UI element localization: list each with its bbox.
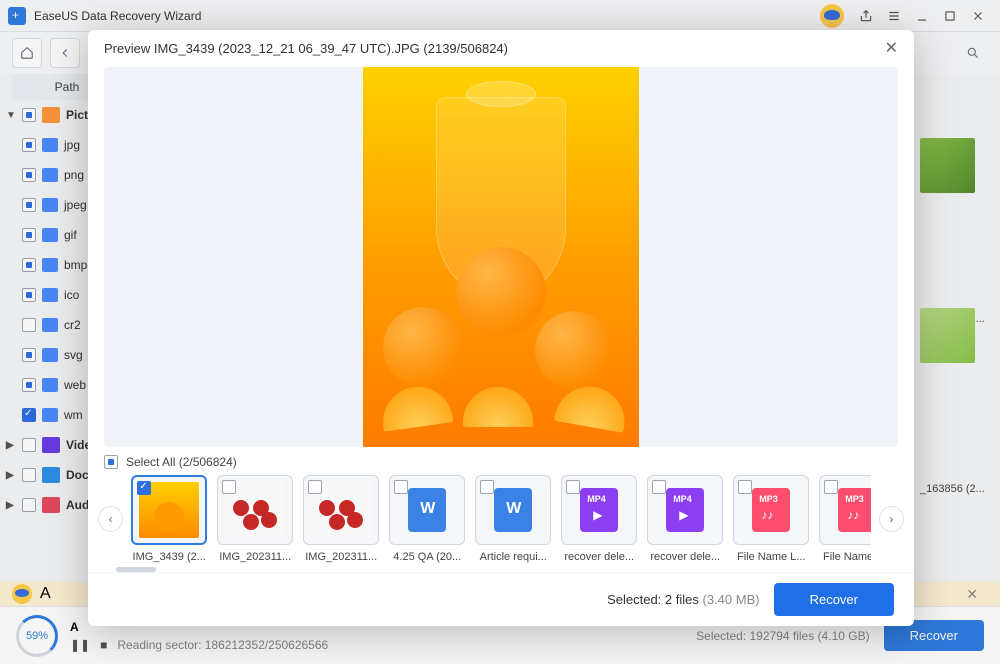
thumb-checkbox[interactable] [222,480,236,494]
modal-title: Preview IMG_3439 (2023_12_21 06_39_47 UT… [104,41,508,56]
thumb-checkbox[interactable] [566,480,580,494]
thumbnail-strip: ‹ IMG_3439 (2... IMG_202311... IMG_202311.… [88,473,914,567]
selected-text: Selected: 2 files (3.40 MB) [607,592,760,607]
thumb-item[interactable]: IMG_202311... [303,475,379,563]
thumb-box[interactable] [389,475,465,545]
thumb-checkbox[interactable] [738,480,752,494]
mp3-thumb-icon [752,488,790,532]
thumb-checkbox[interactable] [308,480,322,494]
thumb-caption: IMG_202311... [303,551,379,563]
thumb-box[interactable] [475,475,551,545]
thumb-box[interactable] [561,475,637,545]
thumb-item[interactable]: recover dele... [647,475,723,563]
select-all-checkbox[interactable] [104,455,118,469]
thumb-caption: File Name L... [733,551,809,563]
thumb-caption: File Name L... [819,551,871,563]
doc-thumb-icon [408,488,446,532]
mp4-thumb-icon [580,488,618,532]
thumb-box[interactable] [733,475,809,545]
thumb-box[interactable] [217,475,293,545]
preview-pane [104,67,898,447]
thumb-item[interactable]: Article requi... [475,475,551,563]
thumb-box[interactable] [303,475,379,545]
strip-prev-button[interactable]: ‹ [98,506,123,532]
thumb-caption: recover dele... [647,551,723,563]
thumb-item[interactable]: File Name L... [733,475,809,563]
thumb-item[interactable]: IMG_3439 (2... [131,475,207,563]
strip-next-button[interactable]: › [879,506,904,532]
mp3-thumb-icon [838,488,871,532]
thumb-checkbox[interactable] [824,480,838,494]
thumb-item[interactable]: IMG_202311... [217,475,293,563]
doc-thumb-icon [494,488,532,532]
preview-modal: Preview IMG_3439 (2023_12_21 06_39_47 UT… [88,30,914,626]
thumb-item[interactable]: File Name L... [819,475,871,563]
select-all-row: Select All (2/506824) [88,447,914,473]
mp4-thumb-icon [666,488,704,532]
thumb-caption: recover dele... [561,551,637,563]
thumb-caption: 4.25 QA (20... [389,551,465,563]
modal-header: Preview IMG_3439 (2023_12_21 06_39_47 UT… [88,30,914,67]
thumb-caption: IMG_202311... [217,551,293,563]
thumb-box[interactable] [819,475,871,545]
thumb-checkbox[interactable] [652,480,666,494]
thumb-checkbox[interactable] [137,481,151,495]
thumb-checkbox[interactable] [480,480,494,494]
recover-button[interactable]: Recover [774,583,894,616]
thumb-caption: IMG_3439 (2... [131,551,207,563]
thumb-box[interactable] [131,475,207,545]
thumb-item[interactable]: 4.25 QA (20... [389,475,465,563]
thumb-checkbox[interactable] [394,480,408,494]
preview-image [363,67,639,447]
thumb-caption: Article requi... [475,551,551,563]
thumb-item[interactable]: recover dele... [561,475,637,563]
modal-close-icon[interactable]: ✕ [885,38,898,58]
thumb-box[interactable] [647,475,723,545]
modal-footer: Selected: 2 files (3.40 MB) Recover [88,572,914,626]
select-all-label: Select All (2/506824) [126,455,237,469]
